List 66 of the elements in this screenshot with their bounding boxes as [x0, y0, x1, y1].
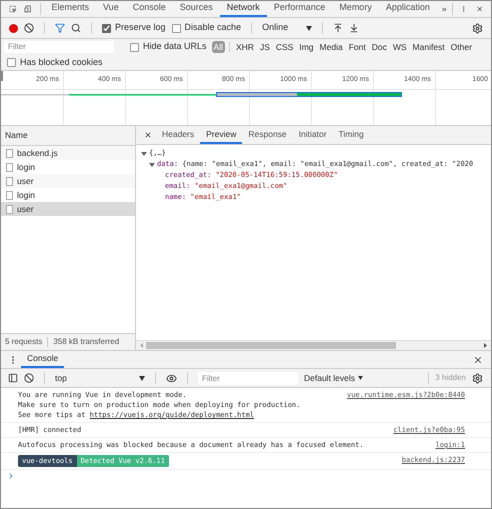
- dropdown-caret-icon: [139, 376, 145, 380]
- blocked-cookies-checkbox[interactable]: Has blocked cookies: [7, 56, 103, 70]
- close-icon[interactable]: [476, 4, 483, 14]
- hidden-count: 3 hidden: [435, 372, 466, 384]
- settings-icon[interactable]: [472, 372, 483, 384]
- panel-tab[interactable]: Memory: [332, 1, 379, 17]
- status-text: 5 requests: [5, 336, 42, 348]
- sidebar-toggle-icon[interactable]: [8, 373, 18, 383]
- close-icon[interactable]: [473, 354, 483, 364]
- levels-dropdown[interactable]: Default levels: [304, 372, 364, 384]
- type-filter[interactable]: Doc: [370, 40, 389, 54]
- preserve-log-checkbox[interactable]: Preserve log: [102, 21, 166, 35]
- device-toolbar-icon[interactable]: [24, 4, 32, 14]
- detail-tab[interactable]: Initiator: [292, 126, 333, 144]
- filter-icon[interactable]: [55, 23, 65, 33]
- type-filter[interactable]: Media: [318, 40, 345, 54]
- type-filter[interactable]: JS: [258, 40, 272, 54]
- dropdown-caret-icon: [306, 26, 312, 30]
- expanded-triangle-icon[interactable]: [141, 150, 147, 156]
- type-filter[interactable]: WS: [390, 40, 409, 54]
- dropdown-caret-icon: [358, 376, 364, 380]
- type-filter[interactable]: CSS: [274, 40, 296, 54]
- search-icon[interactable]: [71, 23, 81, 33]
- checkbox[interactable]: [102, 24, 111, 32]
- type-filter[interactable]: Other: [448, 40, 474, 54]
- prompt-icon[interactable]: [7, 472, 15, 480]
- panel-tab[interactable]: Vue: [96, 1, 126, 17]
- close-icon[interactable]: [144, 131, 152, 139]
- horizontal-scrollbar[interactable]: [136, 340, 491, 350]
- inspect-icon[interactable]: [9, 4, 16, 14]
- request-row[interactable]: user: [1, 202, 135, 216]
- request-row[interactable]: user: [1, 174, 135, 188]
- checkbox[interactable]: [7, 58, 16, 67]
- disable-cache-checkbox[interactable]: Disable cache: [172, 21, 242, 35]
- panel-tab[interactable]: Elements: [44, 1, 96, 17]
- checkbox[interactable]: [130, 42, 139, 52]
- type-filter[interactable]: Font: [346, 40, 368, 54]
- settings-icon[interactable]: [472, 22, 483, 34]
- detail-tab[interactable]: Preview: [200, 126, 242, 144]
- scroll-right-icon[interactable]: [484, 343, 487, 348]
- panel-tab[interactable]: Performance: [266, 1, 332, 17]
- request-row[interactable]: backend.js: [1, 146, 135, 160]
- clear-icon[interactable]: [24, 373, 34, 383]
- detail-tab[interactable]: Timing: [332, 126, 370, 144]
- checkbox[interactable]: [172, 24, 181, 32]
- clear-icon[interactable]: [24, 23, 34, 33]
- filter-field[interactable]: Filter: [4, 41, 114, 53]
- detail-tab[interactable]: Headers: [156, 126, 200, 144]
- hide-data-urls-checkbox[interactable]: Hide data URLs: [130, 40, 207, 54]
- throttling-dropdown[interactable]: Online: [262, 21, 312, 35]
- panel-tab[interactable]: Sources: [172, 1, 220, 17]
- type-filter[interactable]: XHR: [234, 40, 256, 54]
- eye-icon[interactable]: [166, 372, 177, 384]
- panel-tab[interactable]: Console: [126, 1, 173, 17]
- detail-tab[interactable]: Response: [242, 126, 293, 144]
- download-icon[interactable]: [349, 23, 360, 33]
- status-text: 358 kB transferred: [53, 336, 120, 348]
- column-header[interactable]: Name: [5, 129, 28, 142]
- context-dropdown[interactable]: top: [55, 372, 145, 384]
- panel-tab[interactable]: Application: [378, 1, 437, 17]
- console-filter-field[interactable]: Filter: [198, 372, 298, 384]
- upload-icon[interactable]: [333, 23, 344, 33]
- record-button[interactable]: [9, 24, 18, 32]
- type-filter[interactable]: Manifest: [410, 40, 447, 54]
- type-filter[interactable]: Img: [297, 40, 316, 54]
- expanded-triangle-icon[interactable]: [149, 162, 155, 168]
